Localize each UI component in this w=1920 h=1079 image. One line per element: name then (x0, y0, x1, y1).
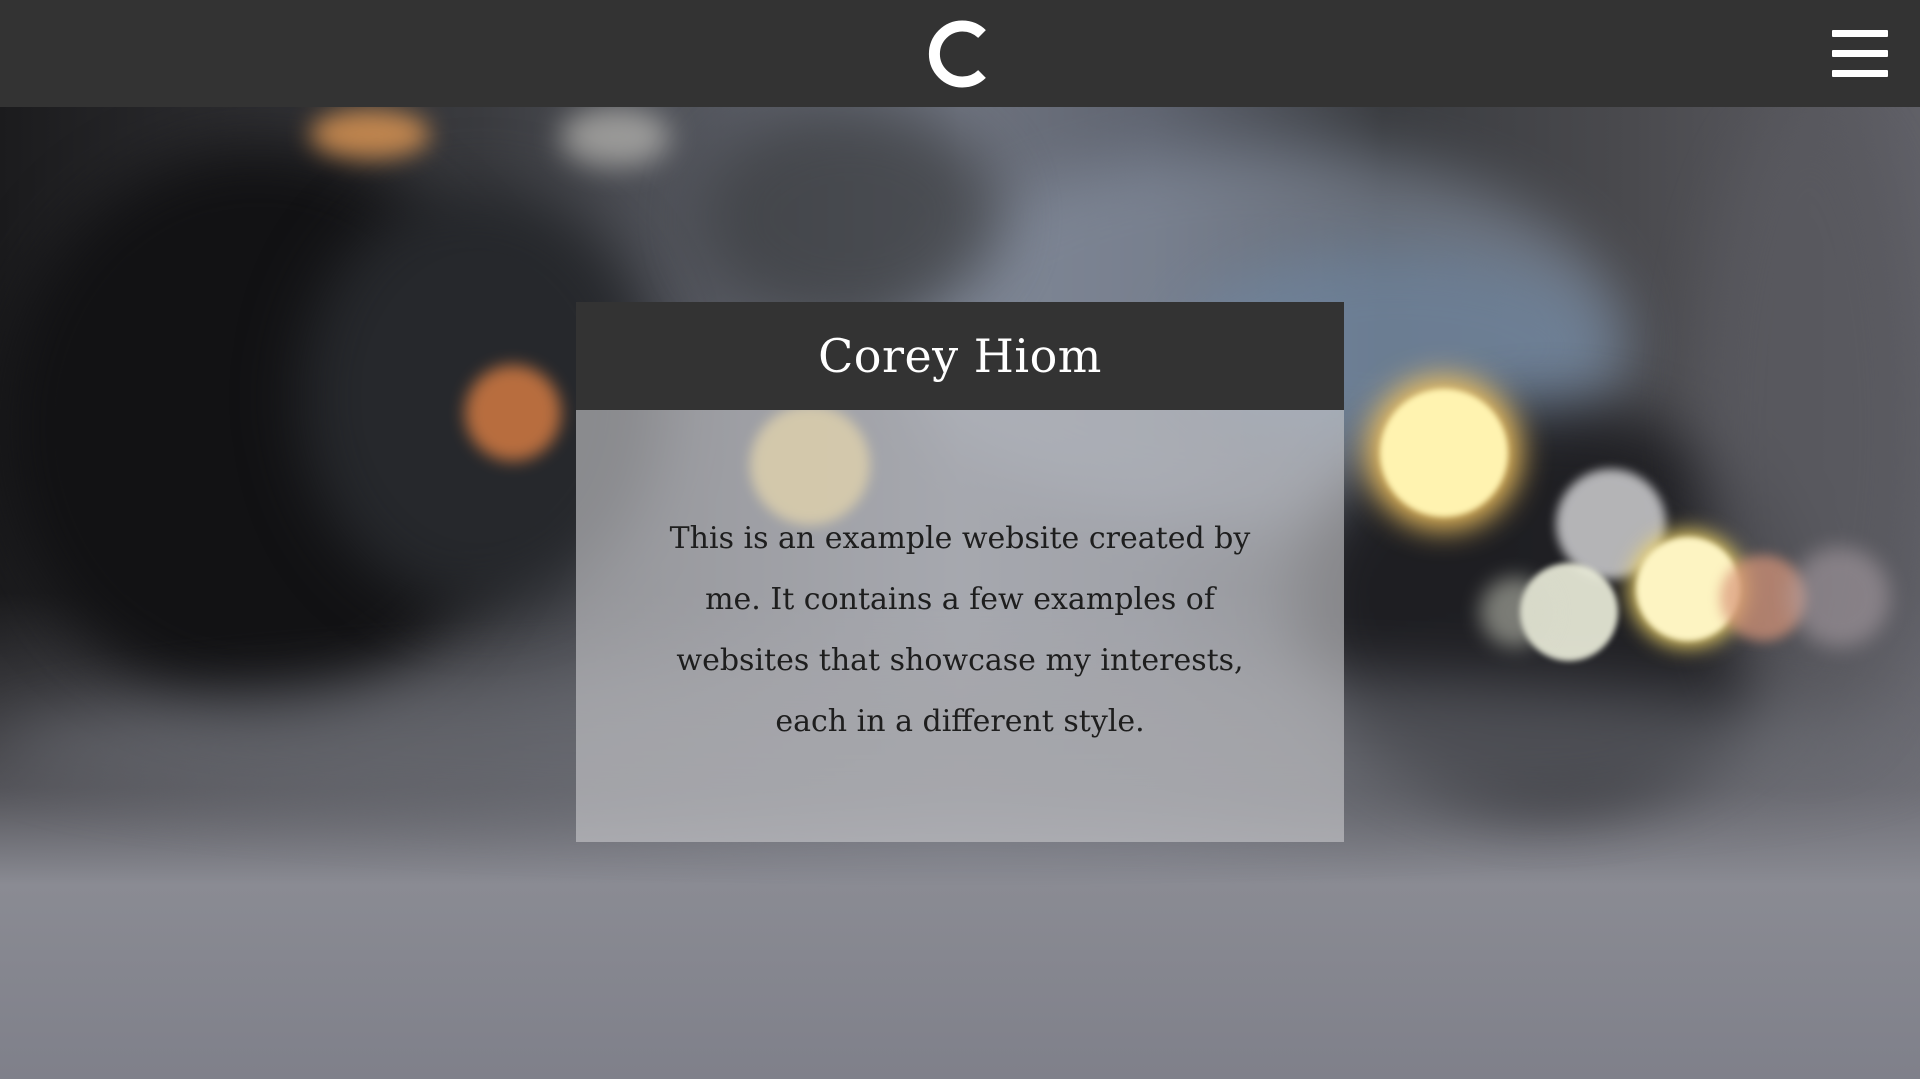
menu-bar-top (1832, 30, 1888, 37)
page: Corey Hiom This is an example website cr… (0, 0, 1920, 1079)
menu-bar-middle (1832, 50, 1888, 57)
menu-bar-bottom (1832, 70, 1888, 77)
c-logo-icon[interactable] (920, 16, 996, 92)
intro-card: Corey Hiom This is an example website cr… (576, 302, 1344, 842)
hamburger-menu-icon[interactable] (1832, 30, 1888, 78)
top-navbar (0, 0, 1920, 107)
card-header: Corey Hiom (576, 302, 1344, 410)
card-description: This is an example website created by me… (669, 521, 1251, 739)
card-title: Corey Hiom (818, 329, 1102, 383)
card-body: This is an example website created by me… (576, 410, 1344, 842)
